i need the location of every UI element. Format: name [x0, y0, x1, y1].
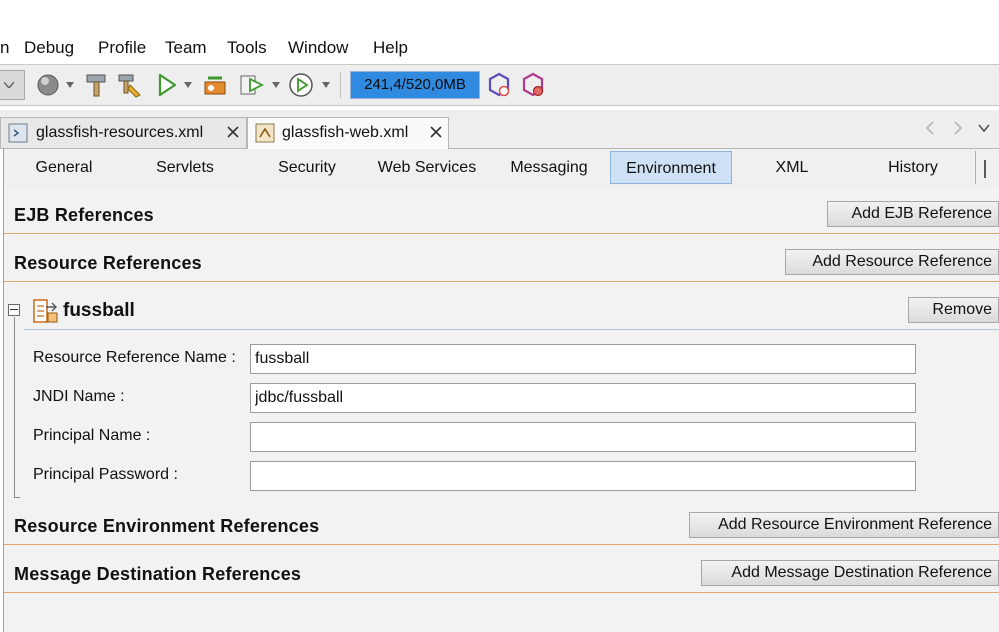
remove-button[interactable]: Remove	[908, 297, 999, 323]
menu-window[interactable]: Window	[288, 38, 348, 58]
close-icon[interactable]	[225, 124, 241, 140]
gc-icon[interactable]	[486, 71, 512, 99]
globe-icon[interactable]	[36, 71, 62, 99]
section-title-message-destination: Message Destination References	[14, 564, 302, 584]
file-tab-glassfish-web[interactable]: glassfish-web.xml	[247, 117, 449, 149]
tab-general[interactable]: General	[4, 151, 124, 184]
close-icon[interactable]	[428, 124, 444, 140]
chevron-down-icon[interactable]	[184, 82, 192, 88]
chevron-right-icon[interactable]	[952, 121, 964, 135]
section-title-resource-env: Resource Environment References	[14, 516, 320, 536]
xml-file-icon	[255, 123, 275, 143]
menu-help[interactable]: Help	[373, 38, 408, 58]
chevron-left-icon[interactable]	[924, 121, 936, 135]
menu-run[interactable]: n	[0, 38, 9, 58]
menu-tools[interactable]: Tools	[227, 38, 267, 58]
tree-line	[14, 317, 15, 498]
debug-icon[interactable]	[202, 71, 228, 99]
section-title-ejb: EJB References	[14, 205, 154, 225]
hammer-icon[interactable]	[84, 71, 110, 99]
menu-team[interactable]: Team	[165, 38, 207, 58]
chevron-down-icon[interactable]	[66, 82, 74, 88]
add-ejb-reference-button[interactable]: Add EJB Reference	[827, 201, 999, 227]
menu-debug[interactable]: Debug	[24, 38, 74, 58]
menu-bar: n Debug Profile Team Tools Window Help	[0, 0, 999, 64]
jndi-name-input[interactable]	[250, 383, 916, 413]
chevron-down-icon[interactable]	[272, 82, 280, 88]
section-divider	[4, 592, 999, 593]
section-divider	[4, 233, 999, 234]
add-message-destination-reference-button[interactable]: Add Message Destination Reference	[701, 560, 999, 586]
field-label-principal-password: Principal Password :	[33, 466, 178, 483]
tab-messaging[interactable]: Messaging	[489, 151, 609, 184]
resource-reference-name-input[interactable]	[250, 344, 916, 374]
file-tab-label: glassfish-web.xml	[282, 124, 409, 141]
tree-line-end	[14, 497, 20, 498]
clean-build-icon[interactable]	[116, 71, 142, 99]
tab-history[interactable]: History	[853, 151, 973, 184]
memory-reset-icon[interactable]	[520, 71, 546, 99]
chevron-down-icon[interactable]	[978, 121, 990, 135]
section-title-resource: Resource References	[14, 253, 202, 273]
item-divider	[24, 329, 999, 330]
tab-security[interactable]: Security	[247, 151, 367, 184]
field-label-jndi-name: JNDI Name :	[33, 388, 125, 405]
tab-overflow[interactable]	[975, 151, 999, 184]
section-divider	[4, 281, 999, 282]
file-tab-glassfish-resources[interactable]: glassfish-resources.xml	[0, 117, 247, 148]
field-label-principal-name: Principal Name :	[33, 427, 151, 444]
tab-servlets[interactable]: Servlets	[125, 151, 245, 184]
minus-icon	[10, 309, 18, 310]
memory-label: 241,4/520,0MB	[364, 76, 466, 93]
profile-icon[interactable]	[238, 71, 264, 99]
principal-name-input[interactable]	[250, 422, 916, 452]
resource-reference-icon	[33, 299, 58, 323]
tab-web-services[interactable]: Web Services	[367, 151, 487, 184]
file-tab-label: glassfish-resources.xml	[36, 124, 204, 141]
collapse-toggle[interactable]	[8, 304, 20, 316]
run-icon[interactable]	[154, 71, 180, 99]
toolbar-separator	[340, 72, 341, 98]
add-resource-reference-button[interactable]: Add Resource Reference	[785, 249, 999, 275]
tab-xml[interactable]: XML	[732, 151, 852, 184]
section-divider	[4, 544, 999, 545]
performance-icon[interactable]	[288, 71, 314, 99]
field-label-resource-reference-name: Resource Reference Name :	[33, 349, 236, 366]
resource-item-name: fussball	[63, 300, 135, 321]
tab-overflow-marker	[984, 160, 986, 178]
menu-profile[interactable]: Profile	[98, 38, 146, 58]
chevron-down-icon[interactable]	[322, 82, 330, 88]
add-resource-environment-reference-button[interactable]: Add Resource Environment Reference	[689, 512, 999, 538]
chevron-down-icon[interactable]	[4, 82, 14, 88]
principal-password-input[interactable]	[250, 461, 916, 491]
tab-environment[interactable]: Environment	[610, 151, 732, 184]
xml-file-icon	[8, 123, 28, 143]
